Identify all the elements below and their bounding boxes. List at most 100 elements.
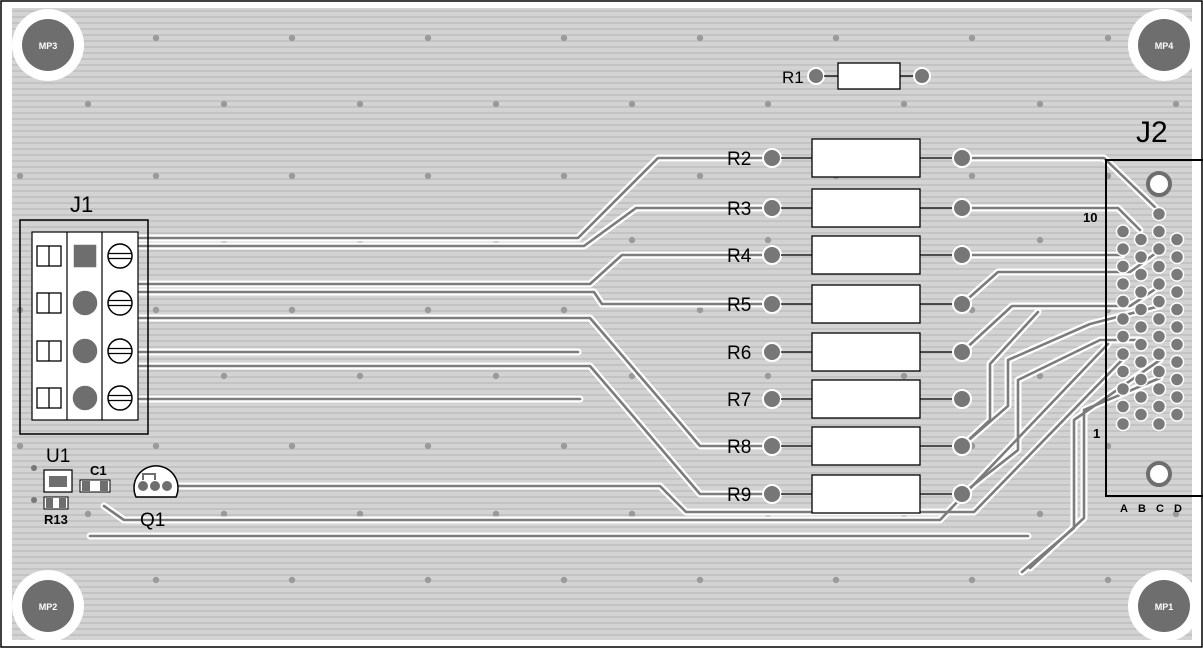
grid-via (152, 306, 160, 314)
j2-pin (1115, 416, 1131, 432)
resistor-label: R3 (727, 199, 751, 220)
grid-via (492, 510, 500, 518)
j2-pin (1169, 249, 1185, 265)
grid-via (628, 236, 636, 244)
j2-pin (1115, 311, 1131, 327)
grid-via (16, 442, 24, 450)
grid-via (900, 372, 908, 380)
j2-pin (1169, 389, 1185, 405)
j2-pin (1151, 399, 1167, 414)
grid-via (152, 172, 160, 180)
grid-via (900, 100, 908, 108)
grid-via (1104, 576, 1112, 584)
grid-via (288, 442, 296, 450)
grid-via (832, 576, 840, 584)
grid-via (1036, 236, 1044, 244)
grid-via (288, 172, 296, 180)
grid-via (968, 576, 976, 584)
mp4-label: MP4 (1155, 41, 1174, 51)
j2-pin-1-label: 1 (1093, 426, 1100, 441)
grid-via (560, 306, 568, 314)
j2-pin (1133, 302, 1149, 317)
grid-via (1036, 510, 1044, 518)
mp1-label: MP1 (1155, 602, 1174, 612)
j2-pin (1133, 284, 1149, 300)
u1-label: U1 (46, 446, 70, 467)
grid-via (628, 100, 636, 108)
j2-pin (1133, 354, 1149, 370)
grid-via (560, 34, 568, 42)
pcb-layout: MP3 MP4 MP2 MP1 J1 R1 R2R3R4R5R6R7R8R9 J… (0, 0, 1203, 648)
grid-via (152, 576, 160, 584)
grid-via (560, 442, 568, 450)
j2-pin (1115, 259, 1131, 274)
j2-pin (1151, 329, 1167, 344)
j2-pin (1151, 416, 1167, 432)
grid-via (220, 100, 228, 108)
j2-pin (1151, 259, 1167, 274)
c1-label: C1 (90, 463, 107, 478)
mounting-hole-mp3: MP3 (12, 9, 84, 81)
j1-terminal (36, 337, 133, 365)
grid-via (424, 34, 432, 42)
grid-via (152, 442, 160, 450)
j2-pin (1115, 294, 1131, 309)
grid-via (356, 510, 364, 518)
grid-via (16, 172, 24, 180)
j2-pin (1133, 337, 1149, 352)
grid-via (152, 34, 160, 42)
j2-pin (1151, 311, 1167, 327)
j2-pin (1151, 241, 1167, 257)
j2-col-a-label: A (1120, 503, 1128, 515)
j2-pin (1169, 407, 1185, 422)
j2-pin (1133, 319, 1149, 335)
grid-via (696, 172, 704, 180)
grid-via (696, 306, 704, 314)
resistor-label: R8 (727, 437, 751, 458)
q1-label: Q1 (140, 510, 165, 531)
grid-via (1036, 100, 1044, 108)
j2-pin (1115, 364, 1131, 379)
copper-pour (12, 8, 1192, 640)
grid-via (84, 510, 92, 518)
grid-via (288, 34, 296, 42)
j2-pin (1169, 354, 1185, 370)
mounting-hole-mp2: MP2 (12, 570, 84, 642)
grid-via (968, 34, 976, 42)
j2-pin (1133, 407, 1149, 422)
grid-via (288, 306, 296, 314)
grid-via (764, 372, 772, 380)
j2-pin (1151, 276, 1167, 292)
j2-pin (1169, 319, 1185, 335)
j1-terminal (36, 289, 133, 317)
j2-pin (1115, 381, 1131, 397)
grid-via (84, 100, 92, 108)
grid-via (1172, 100, 1180, 108)
grid-via (220, 372, 228, 380)
grid-via (424, 306, 432, 314)
j2-pin (1169, 267, 1185, 282)
j2-label: J2 (1136, 116, 1168, 149)
j2-pin (1133, 249, 1149, 265)
grid-via (696, 576, 704, 584)
j2-pin (1151, 206, 1167, 222)
j2-pin (1169, 284, 1185, 300)
j2-pin (1151, 364, 1167, 379)
mounting-hole-mp1: MP1 (1128, 570, 1200, 642)
j2-pin (1151, 381, 1167, 397)
grid-via (764, 236, 772, 244)
resistor-label: R2 (727, 149, 751, 170)
j2-pin (1115, 241, 1131, 257)
grid-via (492, 372, 500, 380)
j2-col-c-label: C (1156, 503, 1164, 515)
j2-pin (1115, 346, 1131, 362)
grid-via (220, 510, 228, 518)
grid-via (560, 172, 568, 180)
j2-pin (1151, 294, 1167, 309)
j1-terminal (36, 384, 133, 412)
j2-pin (1133, 389, 1149, 405)
j2-pin (1169, 372, 1185, 387)
mp3-label: MP3 (39, 41, 58, 51)
grid-via (356, 100, 364, 108)
resistor-label: R7 (727, 390, 751, 411)
